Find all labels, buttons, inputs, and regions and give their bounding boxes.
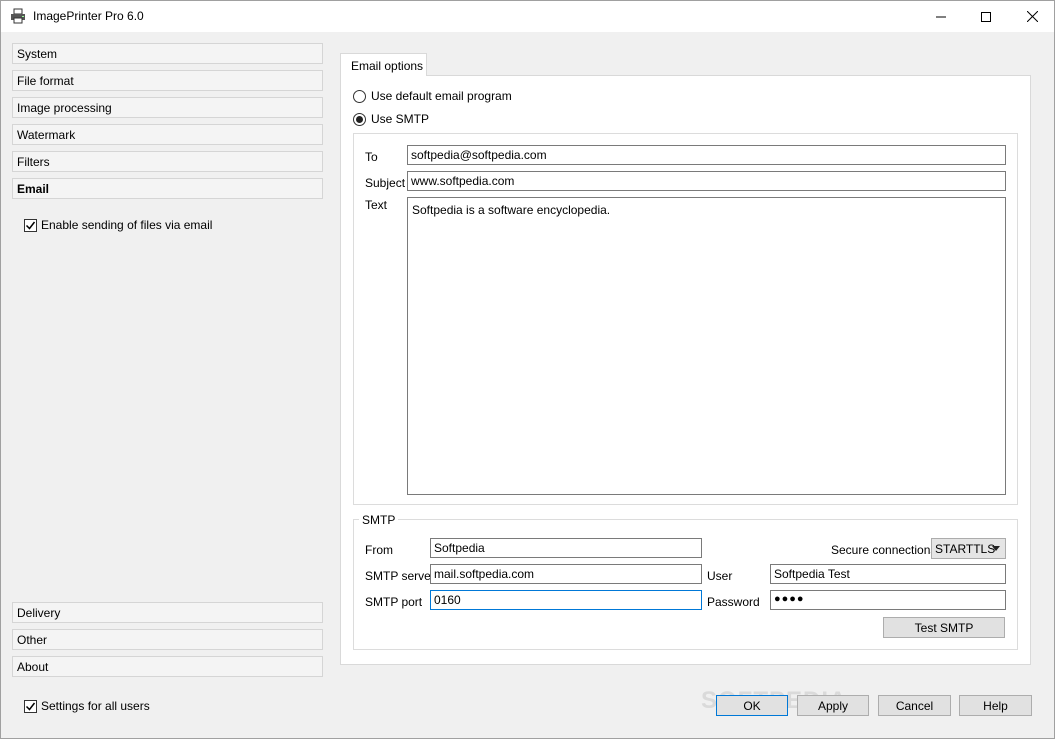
all-users-checkbox-row[interactable]: Settings for all users xyxy=(24,699,150,713)
sidebar-item-about[interactable]: About xyxy=(12,656,323,677)
title-bar: ImagePrinter Pro 6.0 xyxy=(1,1,1054,32)
radio-use-smtp-circle[interactable] xyxy=(353,112,366,126)
secure-connections-select[interactable]: STARTTLS xyxy=(931,538,1006,559)
all-users-label: Settings for all users xyxy=(41,699,150,713)
sidebar-item-file-format[interactable]: File format xyxy=(12,70,323,91)
secure-connections-label: Secure connections xyxy=(831,543,937,557)
enable-email-checkbox[interactable] xyxy=(24,218,37,232)
radio-default-email-circle[interactable] xyxy=(353,89,366,103)
smtp-group-legend: SMTP xyxy=(359,513,399,527)
text-label: Text xyxy=(365,198,388,212)
enable-email-checkbox-row[interactable]: Enable sending of files via email xyxy=(24,218,212,232)
from-field[interactable]: Softpedia xyxy=(430,538,702,558)
sidebar-item-filters[interactable]: Filters xyxy=(12,151,323,172)
sidebar-item-label: Other xyxy=(17,633,48,647)
radio-selected-dot xyxy=(356,115,363,123)
help-button[interactable]: Help xyxy=(959,695,1032,716)
sidebar-item-other[interactable]: Other xyxy=(12,629,323,650)
smtp-port-label: SMTP port xyxy=(365,595,423,609)
smtp-server-field[interactable]: mail.softpedia.com xyxy=(430,564,702,584)
secure-connections-value: STARTTLS xyxy=(935,541,996,556)
user-field[interactable]: Softpedia Test xyxy=(770,564,1006,584)
minimize-button[interactable] xyxy=(918,1,964,32)
radio-use-smtp[interactable]: Use SMTP xyxy=(353,112,429,126)
checkmark-icon xyxy=(25,221,36,230)
sidebar-item-delivery[interactable]: Delivery xyxy=(12,602,323,623)
subject-field[interactable]: www.softpedia.com xyxy=(407,171,1006,191)
radio-default-email[interactable]: Use default email program xyxy=(353,89,512,103)
maximize-icon xyxy=(981,11,991,22)
apply-button[interactable]: Apply xyxy=(797,695,869,716)
sidebar-item-system[interactable]: System xyxy=(12,43,323,64)
user-label: User xyxy=(707,569,733,583)
all-users-checkbox[interactable] xyxy=(24,699,37,713)
sidebar-item-label: About xyxy=(17,660,49,674)
cancel-button[interactable]: Cancel xyxy=(878,695,951,716)
radio-default-email-label: Use default email program xyxy=(371,89,512,103)
sidebar-item-label: Filters xyxy=(17,155,50,169)
close-button[interactable] xyxy=(1009,1,1055,32)
from-label: From xyxy=(365,543,393,557)
sidebar-item-label: Image processing xyxy=(17,101,112,115)
chevron-down-icon xyxy=(992,546,1000,551)
minimize-icon xyxy=(936,16,946,17)
sidebar-item-email[interactable]: Email xyxy=(12,178,323,199)
checkmark-icon xyxy=(25,702,36,711)
password-label: Password xyxy=(707,595,760,609)
to-field[interactable]: softpedia@softpedia.com xyxy=(407,145,1006,165)
tab-email-options[interactable]: Email options xyxy=(340,53,427,76)
password-field[interactable]: ●●●● xyxy=(770,590,1006,610)
close-icon xyxy=(1026,11,1038,22)
smtp-server-label: SMTP server xyxy=(365,569,435,583)
sidebar-item-label: Email xyxy=(17,182,50,196)
sidebar-item-label: File format xyxy=(17,74,74,88)
sidebar-item-watermark[interactable]: Watermark xyxy=(12,124,323,145)
tab-label: Email options xyxy=(351,59,424,73)
sidebar-item-label: System xyxy=(17,47,58,61)
ok-button[interactable]: OK xyxy=(716,695,788,716)
test-smtp-button[interactable]: Test SMTP xyxy=(883,617,1005,638)
printer-icon xyxy=(10,8,26,24)
smtp-port-field[interactable]: 0160 xyxy=(430,590,702,610)
sidebar-item-label: Delivery xyxy=(17,606,61,620)
radio-use-smtp-label: Use SMTP xyxy=(371,112,430,126)
window-title: ImagePrinter Pro 6.0 xyxy=(33,9,144,23)
message-text-area[interactable]: Softpedia is a software encyclopedia. xyxy=(407,197,1006,495)
subject-label: Subject xyxy=(365,176,406,190)
maximize-button[interactable] xyxy=(963,1,1009,32)
sidebar-item-label: Watermark xyxy=(17,128,76,142)
sidebar-item-image-processing[interactable]: Image processing xyxy=(12,97,323,118)
enable-email-label: Enable sending of files via email xyxy=(41,218,213,232)
to-label: To xyxy=(365,150,378,164)
